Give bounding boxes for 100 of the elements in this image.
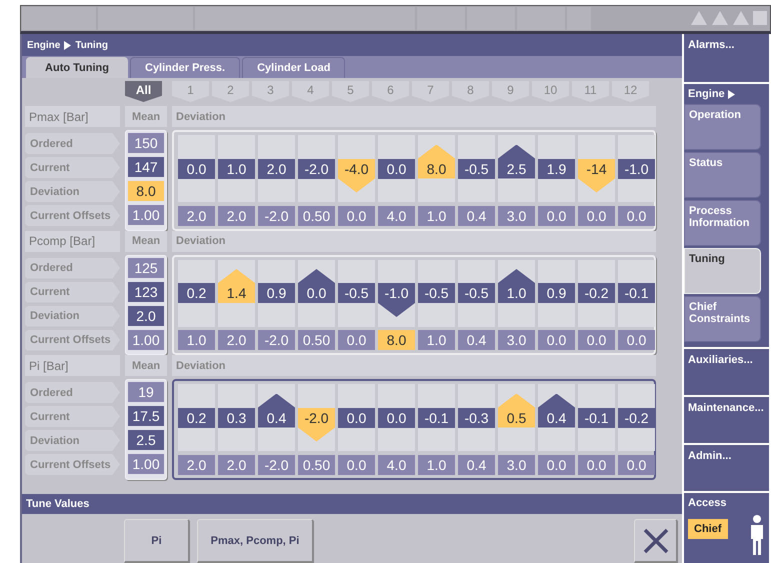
deviation-value: -0.5 xyxy=(338,283,375,303)
column-header: Mean xyxy=(125,106,167,127)
column-header: Deviation xyxy=(172,106,656,127)
offset-value: 0.0 xyxy=(618,454,655,474)
row-label: Current Offsets xyxy=(25,454,120,475)
mean-value: 19 xyxy=(128,382,164,402)
deviation-value: -2.0 xyxy=(298,158,335,178)
mean-value: 1.00 xyxy=(128,454,164,474)
menu-item[interactable]: Maintenance... xyxy=(684,397,769,443)
offset-value: -2.0 xyxy=(258,454,295,474)
offset-value: 1.0 xyxy=(418,206,455,226)
mean-value: 17.5 xyxy=(128,406,164,426)
cylinder-tab[interactable]: 4 xyxy=(292,81,329,102)
offset-value: 3.0 xyxy=(498,454,535,474)
mean-value: 1.00 xyxy=(128,330,164,350)
cylinder-tab[interactable]: 5 xyxy=(332,81,369,102)
submenu-item[interactable]: Tuning xyxy=(684,248,761,294)
offset-value: 0.0 xyxy=(618,330,655,350)
close-icon xyxy=(642,526,670,554)
deviation-value: -0.5 xyxy=(458,158,495,178)
column-header: Deviation xyxy=(172,355,656,376)
tab[interactable]: Cylinder Press. xyxy=(130,57,240,78)
offset-value: 2.0 xyxy=(178,206,215,226)
deviation-value: -0.5 xyxy=(418,283,455,303)
cylinder-tab[interactable]: 11 xyxy=(572,81,609,102)
offset-value: 2.0 xyxy=(218,454,255,474)
mean-value: 1.00 xyxy=(128,205,164,225)
row-label: Current xyxy=(25,282,120,302)
cylinder-tab[interactable]: 7 xyxy=(412,81,449,102)
cylinder-tab[interactable]: All xyxy=(125,81,162,102)
tune-button[interactable]: Pi xyxy=(124,519,190,563)
cylinder-tab[interactable]: 2 xyxy=(212,81,249,102)
cylinder-tab[interactable]: 12 xyxy=(612,81,649,102)
deviation-value: 0.3 xyxy=(218,408,255,428)
cylinder-tab[interactable]: 1 xyxy=(172,81,209,102)
column-header: Mean xyxy=(125,355,167,376)
menu-item[interactable]: Auxiliaries... xyxy=(684,349,769,395)
submenu-item[interactable]: Status xyxy=(684,152,761,198)
offset-value: 3.0 xyxy=(498,330,535,350)
section-header: Engine xyxy=(688,88,725,100)
section-title: Tune Values xyxy=(22,494,682,514)
cylinder-tab[interactable]: 3 xyxy=(252,81,289,102)
deviation-value: -0.1 xyxy=(618,283,655,303)
submenu-item[interactable]: Chief Constraints xyxy=(684,296,761,342)
deviation-value: 1.0 xyxy=(218,158,255,178)
row-label: Deviation xyxy=(25,430,120,451)
row-label: Ordered xyxy=(25,258,120,278)
close-button[interactable] xyxy=(634,519,678,563)
mean-value: 123 xyxy=(128,282,164,302)
tab[interactable]: Cylinder Load xyxy=(242,57,346,78)
tab[interactable]: Auto Tuning xyxy=(26,57,128,78)
row-label: Current xyxy=(25,406,120,427)
offset-value: 8.0 xyxy=(378,330,415,350)
cylinder-tab[interactable]: 10 xyxy=(532,81,569,102)
offset-value: 0.0 xyxy=(338,206,375,226)
row-label: Current Offsets xyxy=(25,205,120,226)
row-label: Current xyxy=(25,157,120,178)
cylinder-tab[interactable]: 9 xyxy=(492,81,529,102)
breadcrumb-item: Tuning xyxy=(75,40,108,50)
column-header: Mean xyxy=(125,230,167,252)
deviation-value: -0.2 xyxy=(618,408,655,428)
offset-value: 0.0 xyxy=(338,330,375,350)
deviation-value: 0.0 xyxy=(338,408,375,428)
menu-item[interactable]: Admin... xyxy=(684,445,769,491)
submenu-item[interactable]: Operation xyxy=(684,104,761,150)
deviation-value: 0.9 xyxy=(258,283,295,303)
offset-value: 1.0 xyxy=(418,454,455,474)
cylinder-tab[interactable]: 8 xyxy=(452,81,489,102)
offset-value: 0.50 xyxy=(298,454,335,474)
group-title: Pi [Bar] xyxy=(25,355,120,376)
person-icon xyxy=(749,515,765,555)
menu-item[interactable]: Alarms... xyxy=(684,34,769,82)
deviation-value: 0.0 xyxy=(378,158,415,178)
offset-value: 2.0 xyxy=(218,330,255,350)
column-header: Deviation xyxy=(172,230,656,252)
offset-value: 0.4 xyxy=(458,454,495,474)
triangle-icon xyxy=(728,90,735,98)
deviation-panel[interactable]: 0.2 1.4 0.9 0.0 -0.5 -1.0 -0.5 -0.5 1.0 0.9 -0.2 -0.1 1.0 2.0 -2.0 0.50 0.0 8.0 1.0 0.4 3.0 0.0 0.0 0.0 xyxy=(172,254,656,355)
deviation-value: 0.9 xyxy=(538,283,575,303)
mean-value: 125 xyxy=(128,258,164,278)
offset-value: 0.0 xyxy=(538,206,575,226)
tune-button[interactable]: Pmax, Pcomp, Pi xyxy=(197,519,314,563)
group-title: Pcomp [Bar] xyxy=(25,230,120,252)
deviation-value: 0.2 xyxy=(178,408,215,428)
deviation-value: 0.0 xyxy=(178,158,215,178)
offset-value: 0.0 xyxy=(578,206,615,226)
triangle-icon xyxy=(64,40,72,50)
offset-value: 0.0 xyxy=(338,454,375,474)
offset-value: 0.0 xyxy=(538,330,575,350)
offset-value: 0.4 xyxy=(458,206,495,226)
row-label: Deviation xyxy=(25,181,120,202)
cylinder-tab[interactable]: 6 xyxy=(372,81,409,102)
deviation-panel[interactable]: 0.2 0.3 0.4 -2.0 0.0 0.0 -0.1 -0.3 0.5 0.4 -0.1 -0.2 2.0 2.0 -2.0 0.50 0.0 4.0 1.0 0.4 3.0 0.0 0.0 0.0 xyxy=(172,379,656,480)
mean-value: 2.5 xyxy=(128,430,164,450)
deviation-panel[interactable]: 0.0 1.0 2.0 -2.0 -4.0 0.0 8.0 -0.5 2.5 1.9 -14 -1.0 2.0 2.0 -2.0 0.50 0.0 4.0 1.0 0.4 3.0 0.0 0.0 0.0 xyxy=(172,130,656,230)
offset-value: 0.50 xyxy=(298,206,335,226)
deviation-value: -0.1 xyxy=(418,408,455,428)
offset-value: 0.0 xyxy=(578,454,615,474)
submenu-item[interactable]: Process Information xyxy=(684,200,761,246)
deviation-value: 1.9 xyxy=(538,158,575,178)
